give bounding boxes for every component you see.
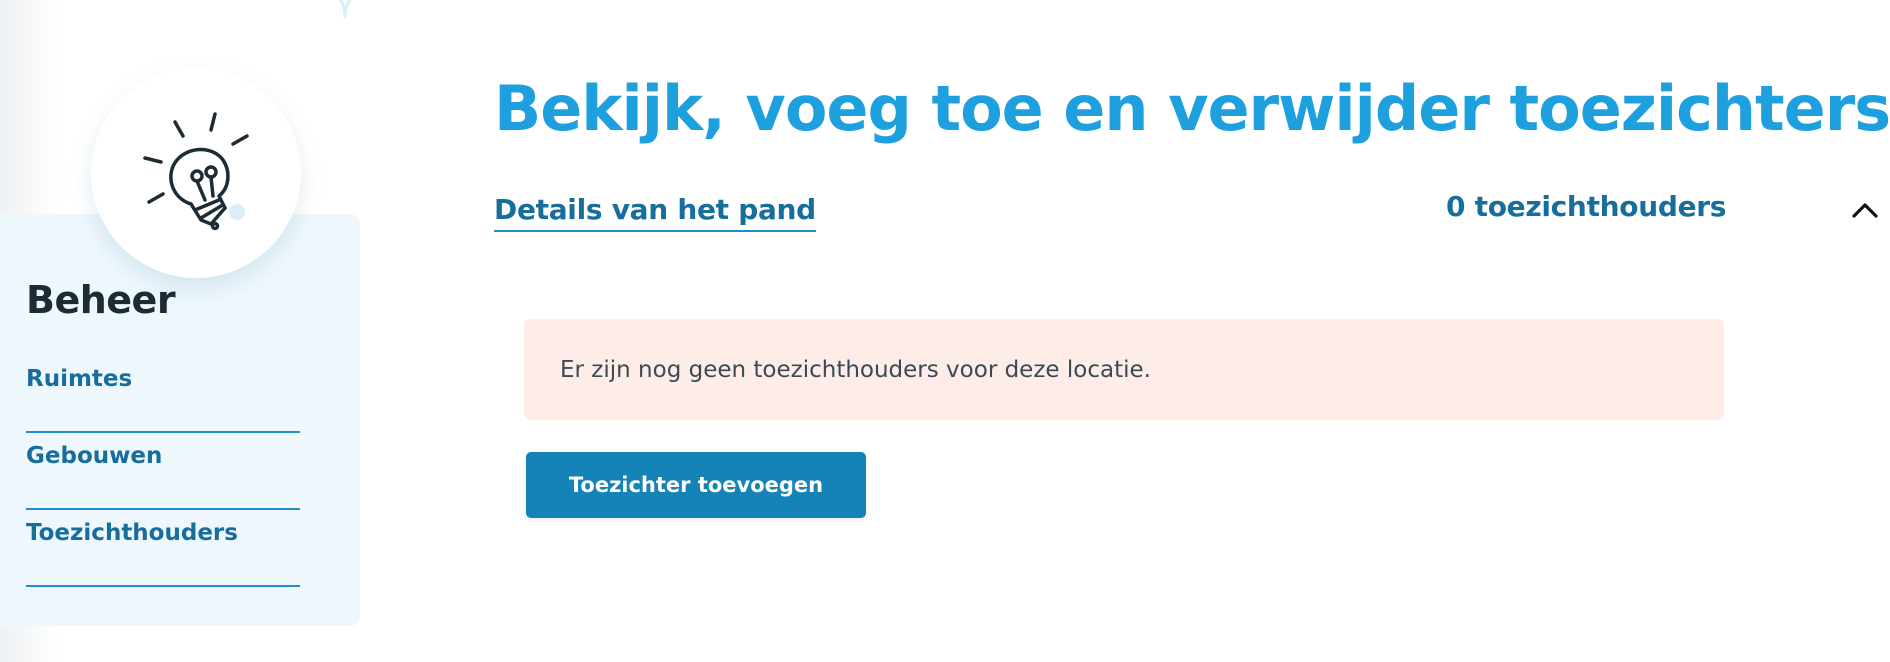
details-tab[interactable]: Details van het pand xyxy=(494,193,816,232)
lightbulb-icon xyxy=(143,112,249,231)
page: Beheer Ruimtes Gebouwen Toezichthouders … xyxy=(0,0,1890,662)
supervisor-count: 0 toezichthouders xyxy=(1446,190,1727,223)
add-supervisor-button[interactable]: Toezichter toevoegen xyxy=(526,452,866,518)
sidebar-icon-badge xyxy=(91,68,301,278)
alert-message: Er zijn nog geen toezichthouders voor de… xyxy=(560,356,1151,383)
top-notch-decoration xyxy=(338,0,352,19)
sidebar-item-gebouwen[interactable]: Gebouwen xyxy=(26,433,300,510)
sidebar-item-toezichthouders[interactable]: Toezichthouders xyxy=(26,510,300,587)
chevron-up-icon[interactable] xyxy=(1850,196,1880,226)
sidebar-item-ruimtes[interactable]: Ruimtes xyxy=(26,356,300,433)
empty-state-alert: Er zijn nog geen toezichthouders voor de… xyxy=(524,319,1724,420)
page-title: Bekijk, voeg toe en verwijder toezichter… xyxy=(494,72,1890,145)
sidebar-nav: Ruimtes Gebouwen Toezichthouders xyxy=(26,356,300,587)
sidebar-title: Beheer xyxy=(26,278,176,322)
